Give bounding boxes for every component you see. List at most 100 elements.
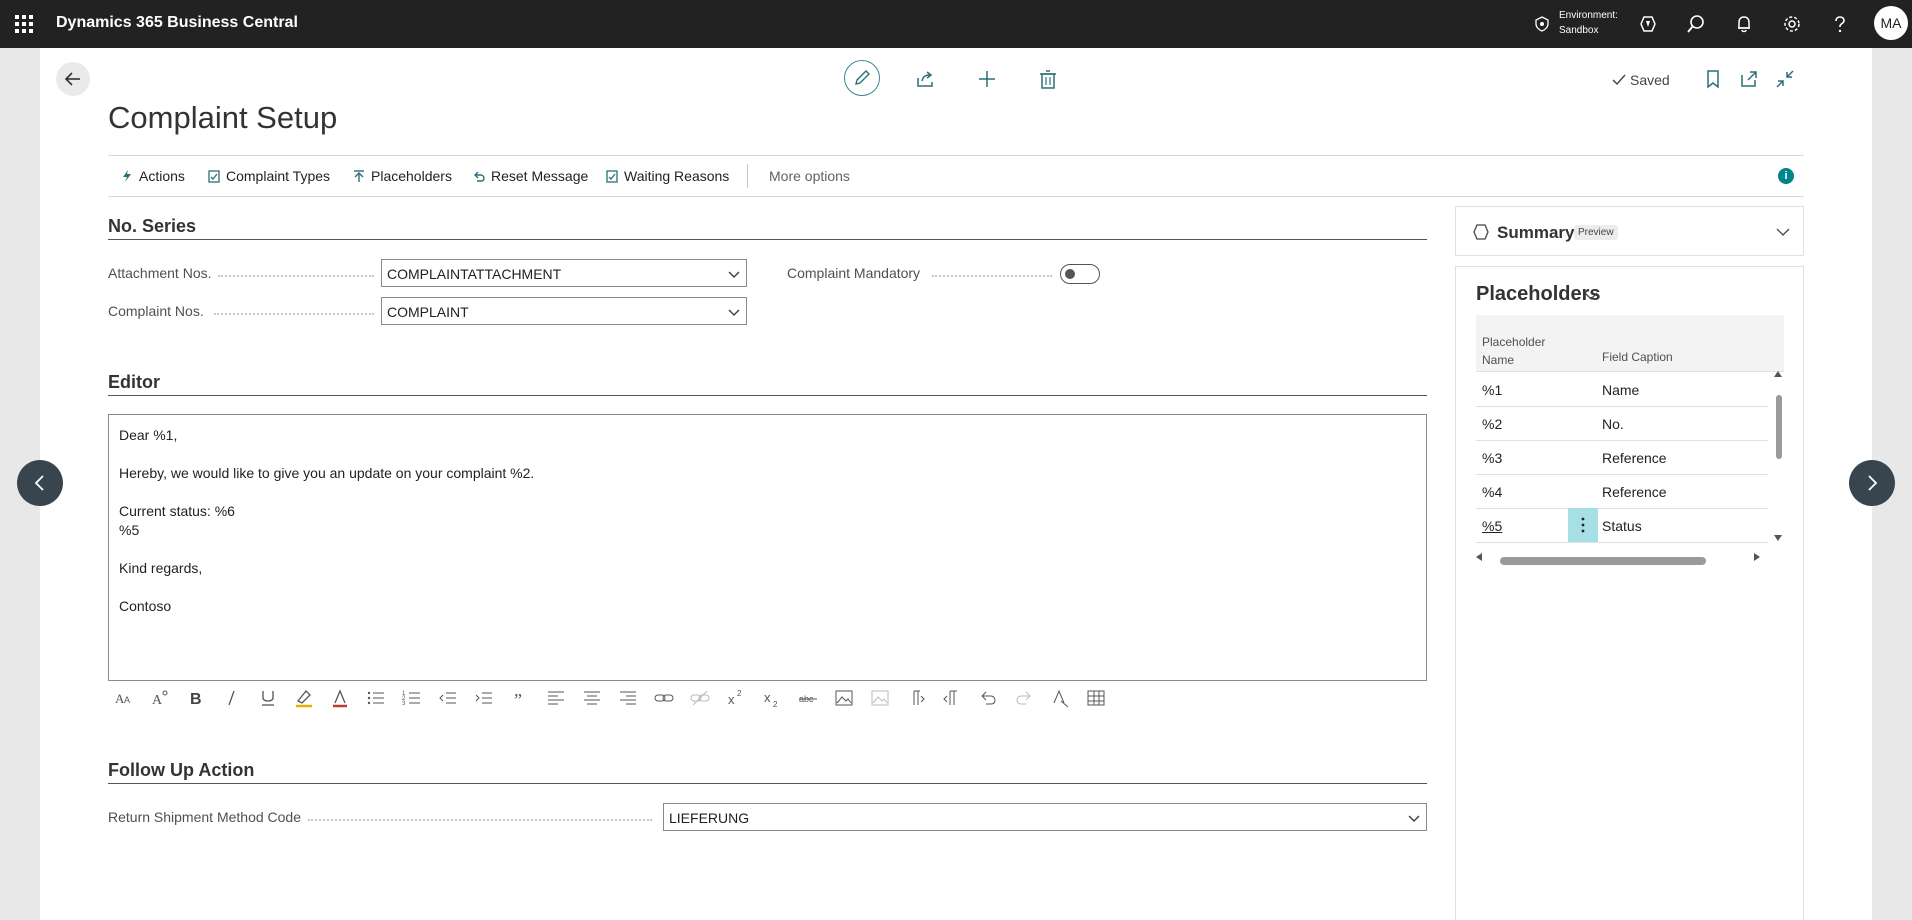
field-caption-cell: No. (1602, 416, 1624, 432)
highlight-icon[interactable] (293, 687, 315, 709)
return-shipment-select[interactable]: LIEFERUNG (663, 803, 1427, 831)
toggle-knob (1065, 269, 1075, 279)
complaint-mandatory-toggle[interactable] (1060, 264, 1100, 284)
reset-message-label: Reset Message (491, 168, 589, 184)
help-icon[interactable] (1830, 14, 1850, 34)
increase-indent-icon[interactable] (473, 687, 495, 709)
previous-record-button[interactable] (17, 460, 63, 506)
field-leader-dots (214, 312, 374, 315)
collapse-icon[interactable] (1774, 68, 1796, 90)
delete-trash-icon[interactable] (1037, 68, 1059, 90)
rich-text-editor[interactable]: Dear %1, Hereby, we would like to give y… (108, 414, 1427, 681)
editor-section-title[interactable]: Editor (108, 372, 160, 393)
placeholder-name-cell: %4 (1482, 484, 1503, 500)
chevron-down-icon[interactable] (1776, 225, 1790, 239)
superscript-icon[interactable]: x2 (725, 687, 747, 709)
insert-link-icon[interactable] (653, 687, 675, 709)
bullet-list-icon[interactable] (365, 687, 387, 709)
pencil-icon (855, 70, 870, 85)
follow-up-section-title[interactable]: Follow Up Action (108, 760, 254, 781)
page-title: Complaint Setup (108, 100, 338, 135)
redo-icon (1016, 691, 1031, 705)
clear-formatting-icon[interactable] (1049, 687, 1071, 709)
undo-icon[interactable] (977, 687, 999, 709)
svg-text:2: 2 (773, 700, 778, 709)
app-launcher-icon[interactable] (14, 14, 34, 34)
copilot-summary-icon (1473, 224, 1489, 240)
placeholders-title[interactable]: Placeholders (1476, 283, 1601, 306)
new-plus-icon[interactable] (976, 68, 998, 90)
placeholders-action[interactable]: Placeholders (352, 168, 452, 184)
waiting-reasons-action[interactable]: Waiting Reasons (605, 168, 729, 184)
copilot-icon[interactable] (1638, 14, 1658, 34)
settings-gear-icon[interactable] (1782, 14, 1802, 34)
italic-icon[interactable] (221, 687, 243, 709)
lightning-icon (123, 170, 131, 182)
font-color-icon[interactable] (329, 687, 351, 709)
chevron-down-icon (1408, 815, 1420, 822)
strikethrough-icon[interactable]: abc (797, 687, 819, 709)
bookmark-icon[interactable] (1702, 68, 1724, 90)
reset-message-action[interactable]: Reset Message (472, 168, 588, 184)
chevron-left-icon (34, 475, 44, 491)
more-options-button[interactable]: More options (769, 168, 850, 184)
table-row[interactable]: %3 Reference (1476, 440, 1768, 475)
table-row[interactable]: %2 No. (1476, 406, 1768, 441)
font-style-icon[interactable]: AA (112, 687, 134, 709)
insert-table-icon[interactable] (1085, 687, 1107, 709)
actions-menu[interactable]: Actions (120, 168, 185, 184)
user-avatar[interactable]: MA (1874, 6, 1908, 40)
editor-line: Kind regards, (119, 560, 203, 576)
complaint-mandatory-label: Complaint Mandatory (787, 265, 921, 281)
section-divider (108, 395, 1427, 396)
column-header-field-caption[interactable]: Field Caption (1602, 350, 1673, 364)
align-center-icon[interactable] (581, 687, 603, 709)
row-actions-button[interactable] (1568, 508, 1598, 542)
field-leader-dots (218, 274, 374, 277)
share-icon[interactable] (914, 68, 936, 90)
search-icon[interactable] (1686, 14, 1706, 34)
numbered-list-icon[interactable]: 123 (401, 687, 423, 709)
waiting-reasons-label: Waiting Reasons (624, 168, 730, 184)
scrollbar-thumb[interactable] (1500, 557, 1706, 565)
text-direction-rtl-icon[interactable] (941, 687, 963, 709)
font-size-icon[interactable]: A (149, 687, 171, 709)
svg-text:3: 3 (402, 701, 406, 707)
clipboard-check-icon (208, 170, 220, 183)
underline-icon[interactable] (257, 687, 279, 709)
app-title[interactable]: Dynamics 365 Business Central (56, 14, 298, 32)
column-header-placeholder-name[interactable]: Placeholder Name (1482, 333, 1562, 369)
complaint-nos-label: Complaint Nos. (108, 303, 204, 319)
notifications-bell-icon[interactable] (1734, 14, 1754, 34)
next-record-button[interactable] (1849, 460, 1895, 506)
info-icon[interactable]: i (1778, 168, 1794, 184)
bold-icon[interactable]: B (185, 687, 207, 709)
table-row-selected[interactable]: %5 Status (1476, 508, 1768, 543)
placeholder-name-link[interactable]: %5 (1482, 518, 1502, 534)
subscript-icon[interactable]: x2 (761, 687, 783, 709)
insert-image-icon[interactable] (833, 687, 855, 709)
scrollbar-thumb[interactable] (1776, 395, 1782, 459)
return-shipment-label: Return Shipment Method Code (108, 809, 301, 825)
table-row[interactable]: %4 Reference (1476, 474, 1768, 509)
open-new-window-icon[interactable] (1738, 68, 1760, 90)
attachment-nos-select[interactable]: COMPLAINTATTACHMENT (381, 259, 747, 287)
editor-line: Hereby, we would like to give you an upd… (119, 465, 535, 481)
table-row[interactable]: %1 Name (1476, 372, 1768, 407)
editor-line: %5 (119, 522, 140, 538)
align-right-icon[interactable] (617, 687, 639, 709)
section-divider (108, 783, 1427, 784)
edit-button[interactable] (844, 60, 880, 96)
align-left-icon[interactable] (545, 687, 567, 709)
back-button[interactable] (56, 62, 90, 96)
summary-card[interactable]: Summary Preview (1455, 206, 1804, 256)
text-direction-ltr-icon[interactable] (905, 687, 927, 709)
section-divider (108, 239, 1427, 240)
environment-indicator[interactable]: Environment: Sandbox (1534, 8, 1634, 40)
chevron-down-icon[interactable] (1584, 289, 1598, 303)
no-series-section-title[interactable]: No. Series (108, 216, 196, 237)
complaint-types-action[interactable]: Complaint Types (207, 168, 330, 184)
complaint-nos-select[interactable]: COMPLAINT (381, 297, 747, 325)
decrease-indent-icon[interactable] (437, 687, 459, 709)
quote-icon[interactable]: ” (509, 687, 531, 709)
